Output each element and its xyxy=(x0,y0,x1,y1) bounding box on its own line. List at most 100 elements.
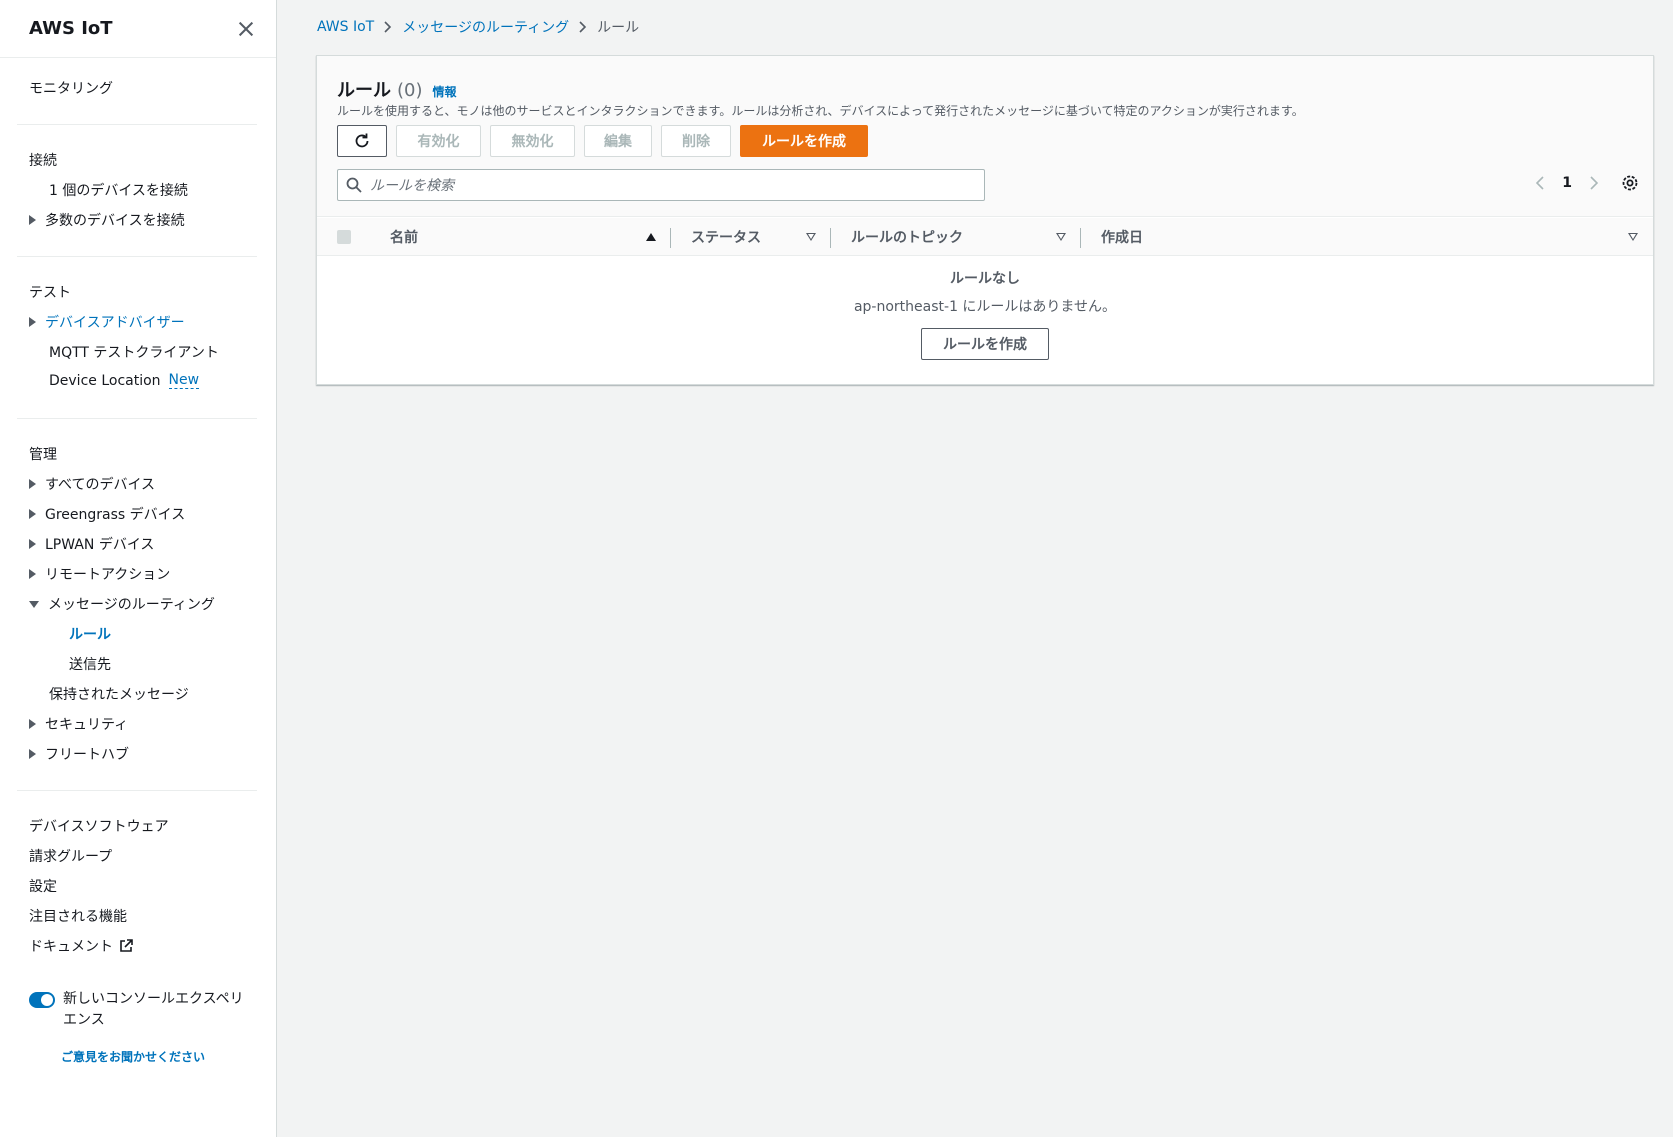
sidebar-item-label: Device Location xyxy=(49,372,161,389)
info-link[interactable]: 情報 xyxy=(433,83,457,100)
column-header-status[interactable]: ステータス xyxy=(691,218,761,256)
new-badge[interactable]: New xyxy=(168,372,200,389)
current-page[interactable]: 1 xyxy=(1562,175,1572,191)
empty-state: ルールなし ap-northeast-1 にルールはありません。 ルールを作成 xyxy=(317,268,1653,360)
select-all-checkbox[interactable] xyxy=(337,230,351,244)
sidebar-item-featured[interactable]: 注目される機能 xyxy=(29,906,127,926)
sidebar-item-security[interactable]: セキュリティ xyxy=(29,714,128,734)
sidebar-item-greengrass[interactable]: Greengrass デバイス xyxy=(29,504,185,524)
page-title: ルール (0) 情報 xyxy=(337,76,457,102)
sort-icon[interactable] xyxy=(1628,233,1638,241)
sidebar-heading-manage: 管理 xyxy=(29,447,57,463)
search-icon xyxy=(346,177,362,193)
sidebar-divider xyxy=(17,256,257,257)
delete-button[interactable]: 削除 xyxy=(661,125,731,157)
refresh-icon xyxy=(355,133,369,148)
action-buttons: 有効化 無効化 編集 削除 ルールを作成 xyxy=(337,125,868,157)
sidebar-item-documentation[interactable]: ドキュメント xyxy=(29,936,133,956)
column-header-created[interactable]: 作成日 xyxy=(1101,218,1143,256)
caret-right-icon xyxy=(29,317,36,327)
page-description: ルールを使用すると、モノは他のサービスとインタラクションできます。ルールは分析さ… xyxy=(337,104,1304,118)
sidebar-divider xyxy=(17,790,257,791)
column-header-topic[interactable]: ルールのトピック xyxy=(851,218,963,256)
refresh-button[interactable] xyxy=(337,125,387,157)
sidebar-divider xyxy=(17,418,257,419)
chevron-right-icon xyxy=(579,18,587,37)
side-navigation: AWS IoT モニタリング 接続 1 個のデバイスを接続 多数のデバイスを接続… xyxy=(0,0,277,1137)
sort-ascending-icon[interactable] xyxy=(646,233,656,241)
sidebar-item-fleet-hub[interactable]: フリートハブ xyxy=(29,744,129,764)
sidebar-item-label: 多数のデバイスを接続 xyxy=(45,213,185,229)
sidebar-item-all-devices[interactable]: すべてのデバイス xyxy=(29,474,155,494)
column-divider xyxy=(1080,228,1081,248)
empty-description: ap-northeast-1 にルールはありません。 xyxy=(853,299,1117,315)
sidebar-item-label: Greengrass デバイス xyxy=(45,507,186,523)
sidebar-item-mqtt-client[interactable]: MQTT テストクライアント xyxy=(49,342,219,362)
sidebar-item-destinations[interactable]: 送信先 xyxy=(69,654,111,674)
caret-right-icon xyxy=(29,215,36,225)
sidebar-item-label: メッセージのルーティング xyxy=(48,597,215,613)
chevron-right-icon[interactable] xyxy=(1590,176,1598,190)
sidebar-item-connect-many[interactable]: 多数のデバイスを接続 xyxy=(29,210,185,230)
column-header-name[interactable]: 名前 xyxy=(390,218,418,256)
sidebar-item-device-location[interactable]: Device Location New xyxy=(49,372,200,389)
sidebar-item-monitoring[interactable]: モニタリング xyxy=(29,78,113,98)
sidebar-title[interactable]: AWS IoT xyxy=(29,18,113,39)
breadcrumb-parent[interactable]: メッセージのルーティング xyxy=(402,17,569,37)
sidebar-item-rules[interactable]: ルール xyxy=(69,624,111,644)
sidebar-header: AWS IoT xyxy=(0,0,276,58)
title-text: ルール xyxy=(337,80,391,101)
chevron-right-icon xyxy=(384,18,392,37)
search-placeholder: ルールを検索 xyxy=(370,178,454,194)
sidebar-item-settings[interactable]: 設定 xyxy=(29,876,57,896)
toggle-switch[interactable] xyxy=(29,992,55,1008)
external-link-icon xyxy=(120,939,133,952)
search-input[interactable]: ルールを検索 xyxy=(337,169,985,201)
toggle-label-line-2: エンス xyxy=(63,1012,105,1028)
sidebar-heading-test: テスト xyxy=(29,285,71,301)
empty-create-rule-button[interactable]: ルールを作成 xyxy=(921,328,1049,360)
caret-down-icon xyxy=(29,600,39,608)
pagination: 1 xyxy=(1536,175,1598,191)
create-rule-button[interactable]: ルールを作成 xyxy=(740,125,868,157)
table-header-row: 名前 ステータス ルールのトピック 作成日 xyxy=(317,218,1653,256)
sidebar-item-message-routing[interactable]: メッセージのルーティング xyxy=(29,594,215,614)
sidebar-item-device-software[interactable]: デバイスソフトウェア xyxy=(29,816,169,836)
sort-icon[interactable] xyxy=(1056,233,1066,241)
toggle-label: 新しいコンソールエクスペリ エンス xyxy=(63,989,244,1031)
breadcrumb-root[interactable]: AWS IoT xyxy=(317,19,374,35)
close-icon[interactable] xyxy=(236,19,256,39)
sidebar-item-lpwan[interactable]: LPWAN デバイス xyxy=(29,534,154,554)
sort-icon[interactable] xyxy=(806,233,816,241)
disable-button[interactable]: 無効化 xyxy=(490,125,575,157)
breadcrumb: AWS IoT メッセージのルーティング ルール xyxy=(317,17,639,37)
sidebar-item-label: フリートハブ xyxy=(45,747,129,763)
caret-right-icon xyxy=(29,749,36,759)
column-divider xyxy=(670,228,671,248)
caret-right-icon xyxy=(29,479,36,489)
sidebar-item-label: ドキュメント xyxy=(29,939,113,955)
preferences-button[interactable] xyxy=(1621,174,1639,196)
toggle-label-line-1: 新しいコンソールエクスペリ xyxy=(63,991,244,1007)
caret-right-icon xyxy=(29,509,36,519)
sidebar-item-billing-groups[interactable]: 請求グループ xyxy=(29,846,112,866)
edit-button[interactable]: 編集 xyxy=(584,125,652,157)
caret-right-icon xyxy=(29,539,36,549)
gear-icon xyxy=(1622,175,1638,191)
feedback-link[interactable]: ご意見をお聞かせください xyxy=(61,1048,205,1065)
sidebar-item-device-advisor[interactable]: デバイスアドバイザー xyxy=(29,312,185,332)
sidebar-item-label: すべてのデバイス xyxy=(45,477,156,493)
caret-right-icon xyxy=(29,719,36,729)
enable-button[interactable]: 有効化 xyxy=(396,125,481,157)
sidebar-item-remote-actions[interactable]: リモートアクション xyxy=(29,564,170,584)
breadcrumb-current: ルール xyxy=(597,20,640,36)
chevron-left-icon[interactable] xyxy=(1536,176,1544,190)
sidebar-item-label: セキュリティ xyxy=(45,717,129,733)
item-count: (0) xyxy=(397,80,423,101)
new-console-toggle[interactable]: 新しいコンソールエクスペリ エンス xyxy=(29,989,244,1031)
empty-title: ルールなし xyxy=(950,271,1020,287)
sidebar-item-label: LPWAN デバイス xyxy=(45,537,155,553)
sidebar-item-label: リモートアクション xyxy=(45,567,171,583)
sidebar-item-retained-messages[interactable]: 保持されたメッセージ xyxy=(49,684,189,704)
sidebar-item-connect-one[interactable]: 1 個のデバイスを接続 xyxy=(49,180,188,200)
